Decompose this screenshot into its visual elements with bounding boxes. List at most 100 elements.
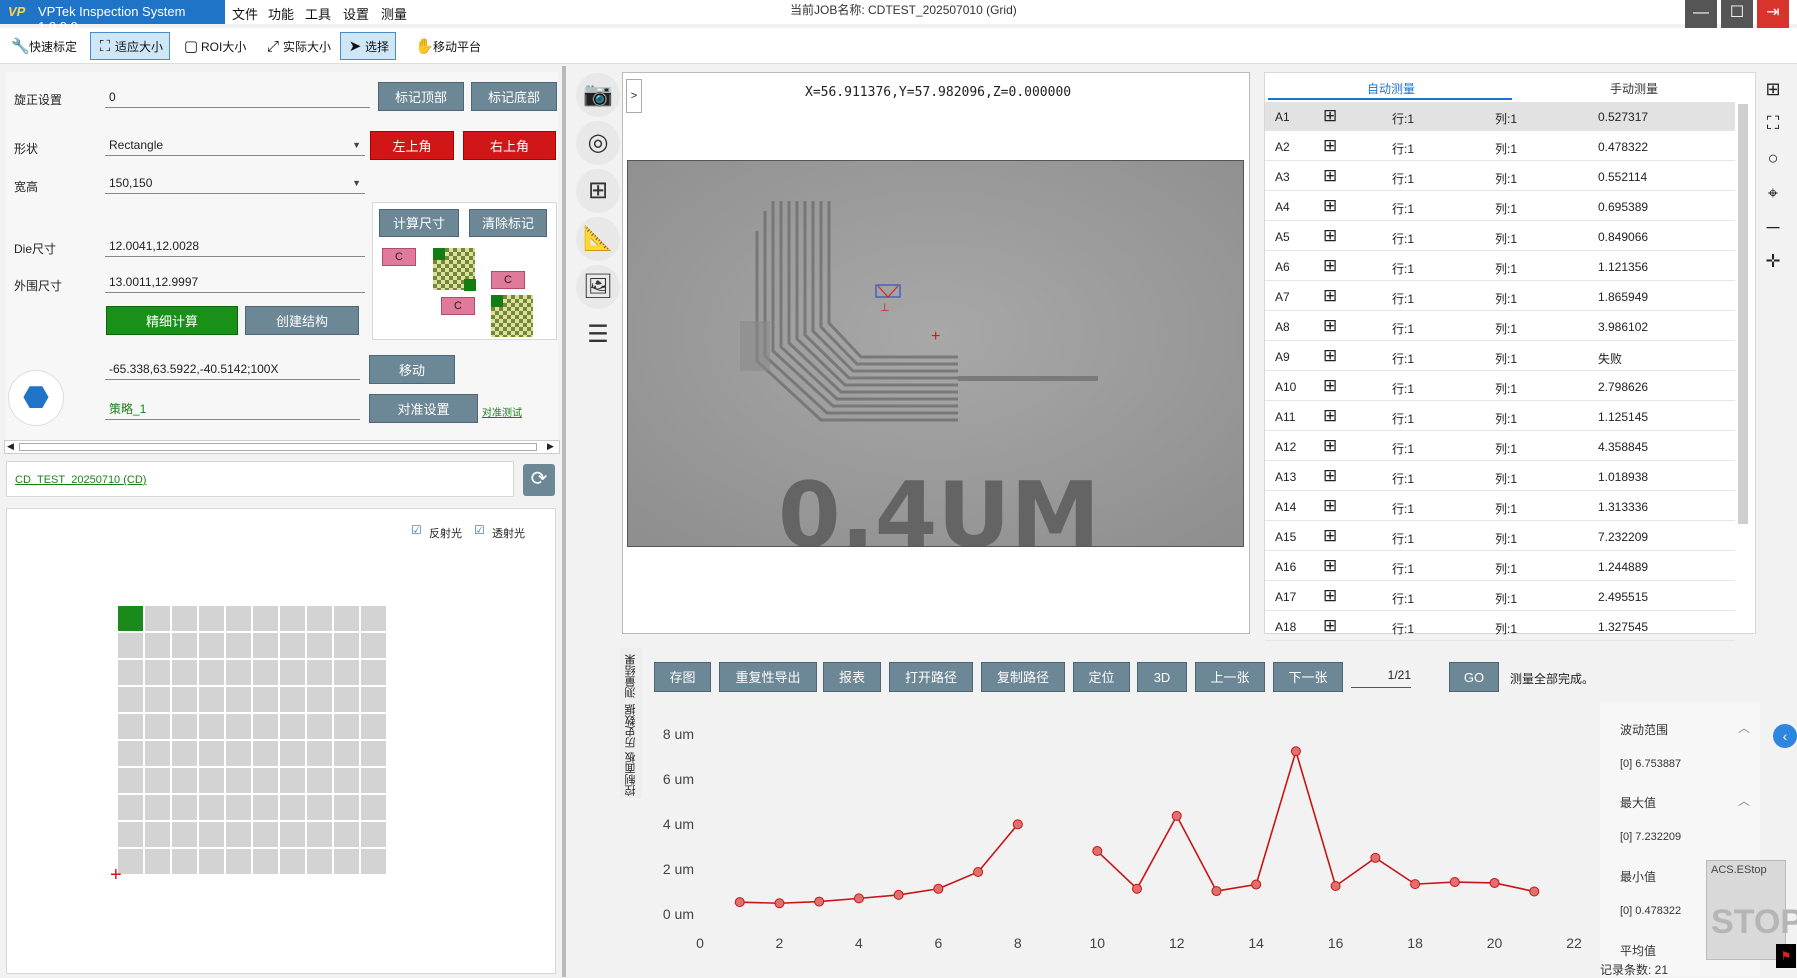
die-cell[interactable] — [118, 633, 143, 658]
table-row[interactable]: A8 ⊞ 行:1 列:1 3.986102 — [1265, 312, 1735, 341]
reflect-checkbox[interactable]: ☑ — [411, 523, 422, 537]
die-cell[interactable] — [145, 660, 170, 685]
die-cell[interactable] — [253, 795, 278, 820]
calc-size-button[interactable]: 计算尺寸 — [379, 209, 459, 237]
die-cell[interactable] — [172, 606, 197, 631]
die-cell[interactable] — [118, 822, 143, 847]
die-cell[interactable] — [334, 741, 359, 766]
tab-history[interactable]: 历史数据 — [623, 704, 639, 748]
die-cell[interactable] — [253, 660, 278, 685]
die-cell[interactable] — [307, 795, 332, 820]
tab-results[interactable]: 测量结果 — [623, 654, 639, 698]
die-cell[interactable] — [172, 687, 197, 712]
image-icon[interactable]: 🖼 — [576, 265, 620, 309]
horizontal-scrollbar[interactable]: ◀ ▶ — [4, 440, 560, 454]
die-cell[interactable] — [253, 687, 278, 712]
tab-auto-measure[interactable]: 自动测量 — [1367, 80, 1415, 97]
clear-marks-button[interactable]: 清除标记 — [469, 209, 547, 237]
transmit-checkbox[interactable]: ☑ — [474, 523, 485, 537]
die-cell[interactable] — [199, 768, 224, 793]
create-structure-button[interactable]: 创建结构 — [245, 306, 359, 335]
die-cell[interactable] — [172, 849, 197, 874]
die-cell[interactable] — [145, 687, 170, 712]
flag-icon[interactable]: ⚑ — [1776, 944, 1796, 968]
die-cell[interactable] — [226, 660, 251, 685]
die-cell[interactable] — [145, 714, 170, 739]
die-cell[interactable] — [361, 849, 386, 874]
die-cell[interactable] — [307, 633, 332, 658]
die-cell[interactable] — [334, 687, 359, 712]
table-row[interactable]: A7 ⊞ 行:1 列:1 1.865949 — [1265, 282, 1735, 311]
fit-size-button[interactable]: ⛶ 适应大小 — [90, 32, 171, 60]
chevron-left-icon[interactable]: ‹ — [1773, 724, 1797, 748]
die-size-input[interactable]: 12.0041,12.0028 — [105, 235, 365, 257]
die-cell[interactable] — [199, 741, 224, 766]
copy-path-button[interactable]: 复制路径 — [981, 662, 1065, 692]
die-cell[interactable] — [172, 768, 197, 793]
top-right-button[interactable]: 右上角 — [463, 131, 556, 160]
die-cell[interactable] — [280, 660, 305, 685]
die-cell[interactable] — [199, 822, 224, 847]
die-cell[interactable] — [226, 633, 251, 658]
line-point-icon[interactable]: ─ — [1760, 214, 1786, 240]
die-cell[interactable] — [334, 795, 359, 820]
panel-splitter[interactable] — [562, 66, 566, 977]
die-cell[interactable] — [334, 660, 359, 685]
die-cell[interactable] — [145, 795, 170, 820]
die-cell[interactable] — [280, 768, 305, 793]
menu-settings[interactable]: 设置 — [343, 4, 369, 23]
table-row[interactable]: A1 ⊞ 行:1 列:1 0.527317 — [1265, 102, 1735, 131]
focus-icon[interactable]: ⌖ — [1760, 180, 1786, 206]
die-cell[interactable] — [280, 606, 305, 631]
fine-calc-button[interactable]: 精细计算 — [106, 306, 238, 335]
minimize-button[interactable]: — — [1685, 0, 1717, 28]
locate-button[interactable]: 定位 — [1073, 662, 1130, 692]
die-cell[interactable] — [307, 741, 332, 766]
die-cell[interactable] — [226, 741, 251, 766]
table-row[interactable]: A11 ⊞ 行:1 列:1 1.125145 — [1265, 402, 1735, 431]
die-cell[interactable] — [199, 660, 224, 685]
table-row[interactable]: A4 ⊞ 行:1 列:1 0.695389 — [1265, 192, 1735, 221]
die-cell[interactable] — [280, 741, 305, 766]
repeat-export-button[interactable]: 重复性导出 — [719, 662, 817, 692]
table-row[interactable]: A10 ⊞ 行:1 列:1 2.798626 — [1265, 372, 1735, 401]
mark-bottom-button[interactable]: 标记底部 — [471, 82, 557, 111]
die-cell[interactable] — [118, 606, 143, 631]
die-cell[interactable] — [172, 822, 197, 847]
die-cell[interactable] — [226, 849, 251, 874]
die-cell[interactable] — [172, 633, 197, 658]
job-link[interactable]: CD_TEST_20250710 (CD) — [15, 474, 146, 486]
die-cell[interactable] — [361, 795, 386, 820]
table-row[interactable]: A18 ⊞ 行:1 列:1 1.327545 — [1265, 612, 1735, 641]
die-cell[interactable] — [226, 768, 251, 793]
die-cell[interactable] — [334, 822, 359, 847]
menu-file[interactable]: 文件 — [232, 4, 258, 23]
die-cell[interactable] — [226, 687, 251, 712]
die-cell[interactable] — [199, 795, 224, 820]
die-cell[interactable] — [334, 606, 359, 631]
next-button[interactable]: 下一张 — [1273, 662, 1343, 692]
table-row[interactable]: A3 ⊞ 行:1 列:1 0.552114 — [1265, 162, 1735, 191]
frame-icon[interactable]: ⛶ — [1760, 110, 1786, 136]
table-row[interactable]: A5 ⊞ 行:1 列:1 0.849066 — [1265, 222, 1735, 251]
shape-select[interactable]: Rectangle ▼ — [105, 134, 365, 156]
die-cell[interactable] — [118, 714, 143, 739]
die-cell[interactable] — [253, 741, 278, 766]
die-cell[interactable] — [307, 768, 332, 793]
die-cell[interactable] — [361, 768, 386, 793]
wafer-icon[interactable]: ⊞ — [576, 169, 620, 213]
table-row[interactable]: A17 ⊞ 行:1 列:1 2.495515 — [1265, 582, 1735, 611]
actual-size-button[interactable]: ⤢ 实际大小 — [258, 32, 338, 60]
die-cell[interactable] — [334, 714, 359, 739]
select-button[interactable]: ➤ 选择 — [340, 32, 397, 60]
die-cell[interactable] — [307, 822, 332, 847]
menu-function[interactable]: 功能 — [268, 4, 294, 23]
die-cell[interactable] — [118, 849, 143, 874]
die-cell[interactable] — [280, 849, 305, 874]
camera-image[interactable]: 0.4UM ⊥ + — [627, 160, 1244, 547]
die-cell[interactable] — [145, 768, 170, 793]
die-cell[interactable] — [145, 741, 170, 766]
die-cell[interactable] — [253, 768, 278, 793]
move-button[interactable]: 移动 — [369, 355, 455, 384]
table-row[interactable]: A14 ⊞ 行:1 列:1 1.313336 — [1265, 492, 1735, 521]
